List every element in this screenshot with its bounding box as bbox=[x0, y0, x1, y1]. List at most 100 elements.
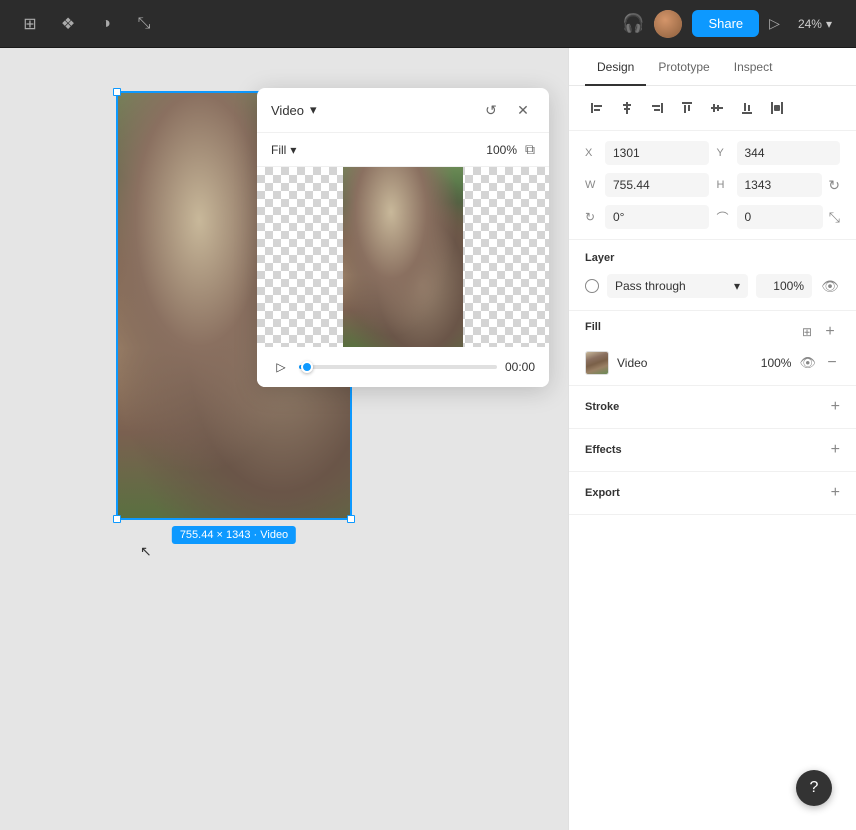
effects-section[interactable]: Effects + bbox=[569, 429, 856, 472]
video-controls: ▷ 00:00 bbox=[257, 347, 549, 387]
corner-options-icon[interactable]: ⤡ bbox=[829, 209, 840, 226]
component-tool[interactable]: ❖ bbox=[54, 10, 82, 38]
distribute-button[interactable] bbox=[763, 94, 791, 122]
export-add-button[interactable]: + bbox=[831, 484, 840, 502]
align-bottom-button[interactable] bbox=[733, 94, 761, 122]
fill-label-text: Fill bbox=[271, 143, 286, 157]
stroke-title: Stroke bbox=[585, 401, 619, 413]
fill-name-label: Video bbox=[617, 356, 747, 370]
frame-tool[interactable]: ⊞ bbox=[16, 10, 44, 38]
rotation-label-icon: ↻ bbox=[585, 210, 599, 224]
fill-add-button[interactable]: + bbox=[820, 322, 840, 342]
align-center-h-button[interactable] bbox=[613, 94, 641, 122]
fill-opacity-value: 100% bbox=[481, 143, 517, 157]
h-input[interactable] bbox=[737, 173, 823, 197]
fill-grid-icon[interactable]: ⊞ bbox=[802, 325, 812, 339]
tab-design[interactable]: Design bbox=[585, 48, 646, 86]
fill-row: Fill ▾ 100% ⧉ bbox=[257, 133, 549, 167]
crop-tool[interactable]: ⤡ bbox=[130, 10, 158, 38]
w-input[interactable] bbox=[605, 173, 709, 197]
fill-label-group: Fill ▾ bbox=[271, 143, 296, 157]
contrast-tool[interactable]: ◑ bbox=[92, 10, 120, 38]
corner-group: ⌒ ⤡ bbox=[717, 205, 841, 229]
fill-right-group: 100% ⧉ bbox=[481, 141, 535, 158]
effects-add-button[interactable]: + bbox=[831, 441, 840, 459]
rotation-corner-row: ↻ ⌒ ⤡ bbox=[585, 205, 840, 229]
avatar[interactable] bbox=[654, 10, 682, 38]
h-group: H ↻ bbox=[717, 173, 841, 197]
w-label: W bbox=[585, 179, 599, 191]
video-play-button[interactable]: ▷ bbox=[271, 357, 291, 377]
x-label: X bbox=[585, 147, 599, 159]
layer-row: Pass through ▾ 👁 bbox=[585, 274, 840, 298]
popover-title-text: Video bbox=[271, 103, 304, 118]
corner-radius-label-icon: ⌒ bbox=[717, 209, 731, 226]
fill-thumbnail-image bbox=[586, 352, 608, 374]
cursor-arrow: ↖ bbox=[140, 543, 152, 560]
layer-visibility-toggle[interactable]: 👁 bbox=[820, 278, 840, 295]
export-section[interactable]: Export + bbox=[569, 472, 856, 515]
clip-icon[interactable]: ⧉ bbox=[525, 141, 535, 158]
align-left-button[interactable] bbox=[583, 94, 611, 122]
fill-visibility-toggle[interactable]: 👁 bbox=[799, 355, 816, 371]
zoom-chevron-icon: ▾ bbox=[826, 17, 832, 31]
layer-blend-icon bbox=[585, 279, 599, 293]
layer-blend-chevron-icon: ▾ bbox=[734, 279, 740, 293]
help-button[interactable]: ? bbox=[796, 770, 832, 806]
headphones-icon[interactable]: 🎧 bbox=[622, 13, 644, 34]
share-button[interactable]: Share bbox=[692, 10, 759, 37]
popover-title-chevron-icon: ▾ bbox=[310, 102, 317, 118]
video-preview-koala bbox=[343, 167, 463, 347]
y-group: Y bbox=[717, 141, 841, 165]
w-group: W bbox=[585, 173, 709, 197]
fill-thumbnail[interactable] bbox=[585, 351, 609, 375]
fill-section-title: Fill bbox=[585, 321, 601, 333]
y-input[interactable] bbox=[737, 141, 841, 165]
rotation-input[interactable] bbox=[605, 205, 709, 229]
x-input[interactable] bbox=[605, 141, 709, 165]
fill-item-row: Video 100% 👁 − bbox=[585, 351, 840, 375]
zoom-label: 24% bbox=[798, 17, 822, 31]
tab-prototype[interactable]: Prototype bbox=[646, 48, 721, 86]
tool-group: ⊞ ❖ ◑ ⤡ bbox=[16, 10, 158, 38]
tab-inspect[interactable]: Inspect bbox=[722, 48, 785, 86]
popover-icons-group: ↺ ✕ bbox=[479, 98, 535, 122]
constrain-proportions-icon[interactable]: ↻ bbox=[828, 177, 840, 194]
align-right-button[interactable] bbox=[643, 94, 671, 122]
xy-row: X Y bbox=[585, 141, 840, 165]
topbar-center: 🎧 Share ▷ 24% ▾ bbox=[622, 10, 840, 38]
effects-title: Effects bbox=[585, 444, 622, 456]
align-top-button[interactable] bbox=[673, 94, 701, 122]
fill-section-header: Fill ⊞ + bbox=[585, 321, 840, 343]
popover-reset-button[interactable]: ↺ bbox=[479, 98, 503, 122]
align-center-v-button[interactable] bbox=[703, 94, 731, 122]
stroke-section[interactable]: Stroke + bbox=[569, 386, 856, 429]
avatar-image bbox=[654, 10, 682, 38]
topbar: ⊞ ❖ ◑ ⤡ 🎧 Share ▷ 24% ▾ bbox=[0, 0, 856, 48]
main-layout: 755.44 × 1343 · Video ↖ Video ▾ ↺ ✕ Fill… bbox=[0, 48, 856, 830]
video-progress-thumb[interactable] bbox=[301, 361, 313, 373]
layer-section: Layer Pass through ▾ 👁 bbox=[569, 240, 856, 311]
video-preview-image bbox=[343, 167, 463, 347]
rotation-group: ↻ bbox=[585, 205, 709, 229]
corner-radius-input[interactable] bbox=[737, 205, 823, 229]
canvas[interactable]: 755.44 × 1343 · Video ↖ Video ▾ ↺ ✕ Fill… bbox=[0, 48, 568, 830]
layer-blend-select[interactable]: Pass through ▾ bbox=[607, 274, 748, 298]
right-panel: Design Prototype Inspect bbox=[568, 48, 856, 830]
video-progress-bar[interactable] bbox=[299, 365, 497, 369]
video-popover: Video ▾ ↺ ✕ Fill ▾ 100% ⧉ bbox=[257, 88, 549, 387]
layer-opacity-input[interactable] bbox=[756, 274, 812, 298]
layer-title: Layer bbox=[585, 252, 840, 264]
position-size-section: X Y W H ↻ bbox=[569, 131, 856, 240]
popover-title-group: Video ▾ bbox=[271, 102, 317, 118]
stroke-add-button[interactable]: + bbox=[831, 398, 840, 416]
video-time-display: 00:00 bbox=[505, 360, 535, 374]
popover-close-button[interactable]: ✕ bbox=[511, 98, 535, 122]
h-label: H bbox=[717, 179, 731, 191]
fill-remove-button[interactable]: − bbox=[824, 354, 840, 372]
fill-opacity-value: 100% bbox=[755, 356, 791, 370]
zoom-control[interactable]: 24% ▾ bbox=[790, 13, 840, 35]
panel-tabs: Design Prototype Inspect bbox=[569, 48, 856, 86]
play-button-top[interactable]: ▷ bbox=[769, 15, 780, 32]
popover-header: Video ▾ ↺ ✕ bbox=[257, 88, 549, 133]
